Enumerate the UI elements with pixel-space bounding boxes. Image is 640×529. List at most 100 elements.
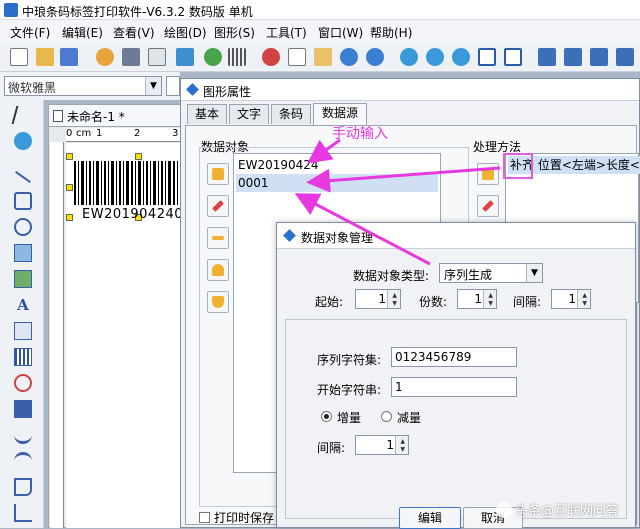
tab-basic[interactable]: 基本 xyxy=(187,104,227,124)
menu-tools[interactable]: 工具(T) xyxy=(266,24,307,41)
spin-down-icon[interactable]: ▼ xyxy=(582,301,587,307)
spin-up-icon[interactable]: ▲ xyxy=(400,439,405,445)
polygon-tool-icon[interactable] xyxy=(14,478,32,496)
qrcode-tool-icon[interactable] xyxy=(14,400,32,418)
spin-down-icon[interactable]: ▼ xyxy=(392,301,397,307)
add-data-object-button[interactable] xyxy=(207,163,229,185)
open-folder-icon[interactable] xyxy=(36,48,54,66)
document-tab[interactable]: 未命名-1 * xyxy=(48,104,183,126)
edit-button[interactable]: 编辑 xyxy=(399,507,461,529)
tab-barcode[interactable]: 条码 xyxy=(271,104,311,124)
copy-icon[interactable] xyxy=(288,48,306,66)
chevron-down-icon[interactable]: ▼ xyxy=(145,77,161,95)
resize-handle[interactable] xyxy=(66,153,73,160)
zoom-out-icon[interactable] xyxy=(426,48,444,66)
settings-gear-icon[interactable] xyxy=(96,48,114,66)
line-tool-icon[interactable] xyxy=(15,171,31,183)
spin-down-icon[interactable]: ▼ xyxy=(488,301,493,307)
data-object-type-select[interactable]: 序列生成 ▼ xyxy=(439,263,543,283)
grid-icon[interactable] xyxy=(228,48,246,66)
align-left-icon[interactable] xyxy=(538,48,556,66)
zoom-in-icon[interactable] xyxy=(400,48,418,66)
menu-window[interactable]: 窗口(W) xyxy=(318,24,363,41)
align-top-icon[interactable] xyxy=(616,48,634,66)
undo-icon[interactable] xyxy=(340,48,358,66)
database-green-icon[interactable] xyxy=(204,48,222,66)
list-item[interactable]: EW20190424 xyxy=(236,156,438,174)
move-up-button[interactable] xyxy=(207,259,229,281)
barcode-tool-icon[interactable] xyxy=(14,348,32,366)
edit-data-object-button[interactable] xyxy=(207,195,229,217)
pointer-icon[interactable] xyxy=(11,106,35,124)
print-save-checkbox[interactable]: 打印时保存 xyxy=(199,509,274,526)
save-icon[interactable] xyxy=(60,48,78,66)
new-file-icon[interactable] xyxy=(10,48,28,66)
curve-tool-icon[interactable] xyxy=(14,426,32,444)
checkbox-icon[interactable] xyxy=(199,512,210,523)
spin-up-icon[interactable]: ▲ xyxy=(582,293,587,299)
picture-tool-icon[interactable] xyxy=(14,270,32,288)
plus-icon xyxy=(482,168,494,180)
pan-icon[interactable] xyxy=(14,132,32,150)
text-tool-icon[interactable]: A xyxy=(14,296,32,314)
charset-label: 序列字符集: xyxy=(317,353,382,367)
database-icon[interactable] xyxy=(176,48,194,66)
step-stepper[interactable]: 1 ▲ ▼ xyxy=(355,435,409,455)
menu-draw[interactable]: 绘图(D) xyxy=(164,24,207,41)
document-tab-label: 未命名-1 * xyxy=(67,110,125,124)
print-save-label: 打印时保存 xyxy=(214,511,275,525)
redo-icon[interactable] xyxy=(366,48,384,66)
interval-stepper[interactable]: 1 ▲ ▼ xyxy=(551,289,591,309)
tab-data-source[interactable]: 数据源 xyxy=(313,103,367,125)
font-toolbar: 微软雅黑 ▼ xyxy=(0,72,180,100)
resize-handle[interactable] xyxy=(66,214,73,221)
add-process-button[interactable] xyxy=(477,163,499,185)
arc-tool-icon[interactable] xyxy=(14,452,32,470)
start-stepper[interactable]: 1 ▲ ▼ xyxy=(355,289,401,309)
dialog-title-bar: 数据对象管理 xyxy=(277,223,635,249)
rectangle-tool-icon[interactable] xyxy=(14,192,32,210)
font-family-select[interactable]: 微软雅黑 ▼ xyxy=(4,76,162,96)
tab-text[interactable]: 文字 xyxy=(229,104,269,124)
increase-radio[interactable] xyxy=(321,411,332,422)
menu-edit[interactable]: 编辑(E) xyxy=(62,24,103,41)
align-center-icon[interactable] xyxy=(564,48,582,66)
delete-data-object-button[interactable] xyxy=(207,227,229,249)
move-down-button[interactable] xyxy=(207,291,229,313)
zoom-fit-icon[interactable] xyxy=(452,48,470,66)
menu-help[interactable]: 帮助(H) xyxy=(370,24,412,41)
copies-value: 1 xyxy=(474,292,482,306)
spin-up-icon[interactable]: ▲ xyxy=(488,293,493,299)
barcode-graphic[interactable] xyxy=(70,157,182,209)
charset-input[interactable]: 0123456789 xyxy=(391,347,517,367)
zoom-actual-icon[interactable] xyxy=(504,48,522,66)
spin-up-icon[interactable]: ▲ xyxy=(392,293,397,299)
ruler-label: 0 xyxy=(66,128,73,139)
resize-handle[interactable] xyxy=(66,184,73,191)
triangle-tool-icon[interactable] xyxy=(14,504,32,522)
ellipse-tool-icon[interactable] xyxy=(14,218,32,236)
watermark-text: 头条@互联网问答 xyxy=(515,504,620,519)
cut-scissors-icon[interactable] xyxy=(262,48,280,66)
qr-shape-tool-icon[interactable] xyxy=(14,374,32,392)
data-object-manager-dialog: 数据对象管理 数据对象类型: 序列生成 ▼ 起始: 1 ▲ ▼ 份数: 1 ▲ ▼ 间隔… xyxy=(276,222,636,529)
zoom-page-icon[interactable] xyxy=(478,48,496,66)
decrease-radio[interactable] xyxy=(381,411,392,422)
list-item[interactable]: 0001 xyxy=(236,174,438,192)
rich-text-tool-icon[interactable] xyxy=(14,322,32,340)
spin-down-icon[interactable]: ▼ xyxy=(400,447,405,453)
print-icon[interactable] xyxy=(122,48,140,66)
paste-icon[interactable] xyxy=(314,48,332,66)
menu-view[interactable]: 查看(V) xyxy=(113,24,155,41)
copies-stepper[interactable]: 1 ▲ ▼ xyxy=(457,289,497,309)
edit-process-button[interactable] xyxy=(477,195,499,217)
menu-file[interactable]: 文件(F) xyxy=(10,24,50,41)
print-preview-icon[interactable] xyxy=(148,48,166,66)
menu-shape[interactable]: 图形(S) xyxy=(214,24,255,41)
align-right-icon[interactable] xyxy=(590,48,608,66)
chevron-down-icon[interactable]: ▼ xyxy=(526,264,542,282)
image-tool-icon[interactable] xyxy=(14,244,32,262)
resize-handle[interactable] xyxy=(135,153,142,160)
font-size-select[interactable] xyxy=(166,76,180,96)
start-string-input[interactable]: 1 xyxy=(391,377,517,397)
